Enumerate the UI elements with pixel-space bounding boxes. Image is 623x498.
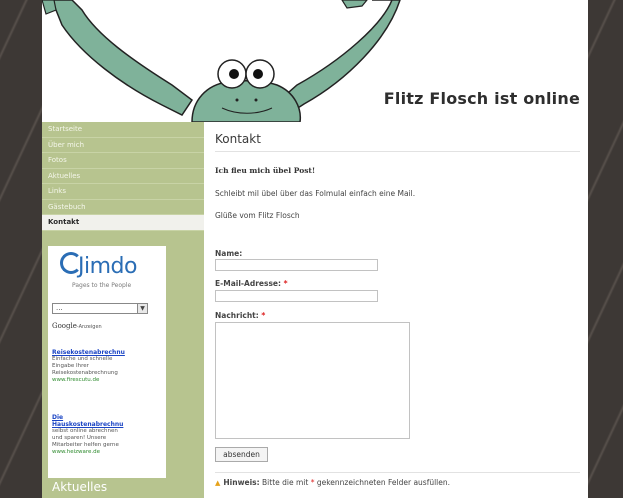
sidebar-item-startseite[interactable]: Startseite <box>42 122 204 138</box>
ad-line: und sparen! Unsere <box>52 435 107 441</box>
ad-title[interactable]: Reisekostenabrechnu <box>52 349 162 356</box>
ad-url[interactable]: www.firescutu.de <box>52 377 162 384</box>
required-marker: * <box>310 478 315 487</box>
widget-select[interactable]: ... ▼ <box>52 303 148 314</box>
divider <box>215 151 580 152</box>
warning-icon: ▲ <box>215 479 221 487</box>
email-label: E-Mail-Adresse: * <box>215 279 288 288</box>
sidebar-nav: Startseite Über mich Fotos Aktuelles Lin… <box>42 122 204 231</box>
widget-select-value: ... <box>56 304 63 312</box>
ad-item[interactable]: Die Hauskostenabrechnu selbst online abr… <box>52 414 162 456</box>
sidebar-item-gaestebuch[interactable]: Gästebuch <box>42 200 204 215</box>
divider <box>215 472 580 473</box>
ad-line: Mitarbeiter helfen gerne <box>52 442 119 448</box>
sidebar-item-aktuelles[interactable]: Aktuelles <box>42 169 204 184</box>
hint-label: Hinweis: <box>223 478 260 487</box>
submit-button[interactable]: absenden <box>215 447 268 462</box>
email-field[interactable] <box>215 290 378 302</box>
main-content: Kontakt Ich fleu mich übel Post! Schleib… <box>215 122 585 498</box>
background-left <box>0 0 42 498</box>
message-label: Nachricht: * <box>215 311 265 320</box>
email-label-text: E-Mail-Adresse: <box>215 279 281 288</box>
sidebar-item-kontakt[interactable]: Kontakt <box>42 215 204 231</box>
hint-text: Bitte die mit <box>262 478 309 487</box>
required-marker: * <box>261 311 266 320</box>
ad-line: Eingabe Ihrer <box>52 363 89 369</box>
content-heading: Ich fleu mich übel Post! <box>215 166 316 175</box>
google-brand: Google <box>52 322 77 330</box>
hint-text: gekennzeichneten Felder ausfüllen. <box>316 478 451 487</box>
page-title: Kontakt <box>215 132 261 146</box>
chevron-down-icon[interactable]: ▼ <box>137 304 147 313</box>
header: Flitz Flosch ist online <box>42 0 588 122</box>
sidebar-item-fotos[interactable]: Fotos <box>42 153 204 169</box>
message-textarea[interactable] <box>215 322 410 439</box>
content-paragraph: Glüße vom Flitz Flosch <box>215 211 300 220</box>
jimdo-tagline: Pages to the People <box>72 282 132 289</box>
content-paragraph: Schleibt mil übel über das Folmulal einf… <box>215 189 416 198</box>
ad-line: Einfache und schnelle <box>52 356 113 362</box>
ad-line: selbst online abrechnen <box>52 428 118 434</box>
ad-line: Reisekostenabrechnung <box>52 370 118 376</box>
sidebar-widget: Jimdo Pages to the People ... ▼ Google-A… <box>48 246 166 478</box>
jimdo-logo[interactable]: Jimdo Pages to the People <box>54 252 160 292</box>
ad-title[interactable]: Die <box>52 414 162 421</box>
ad-title[interactable]: Hauskostenabrechnu <box>52 421 162 428</box>
form-hint: ▲ Hinweis: Bitte die mit * gekennzeichnet… <box>215 478 450 487</box>
google-suffix: -Anzeigen <box>76 324 102 330</box>
page: Flitz Flosch ist online Startseite Über … <box>42 0 588 498</box>
ad-url[interactable]: www.heizware.de <box>52 449 162 456</box>
required-marker: * <box>283 279 288 288</box>
google-ads-label: Google-Anzeigen <box>52 322 102 330</box>
site-title: Flitz Flosch ist online <box>383 89 580 108</box>
sidebar-item-links[interactable]: Links <box>42 184 204 200</box>
sidebar: Startseite Über mich Fotos Aktuelles Lin… <box>42 122 204 498</box>
name-field[interactable] <box>215 259 378 271</box>
message-label-text: Nachricht: <box>215 311 259 320</box>
jimdo-logo-word: Jimdo <box>78 254 137 279</box>
sidebar-item-ueber-mich[interactable]: Über mich <box>42 138 204 153</box>
background-right <box>588 0 623 498</box>
ad-item[interactable]: Reisekostenabrechnu Einfache und schnell… <box>52 349 162 384</box>
sidebar-section-heading: Aktuelles <box>52 480 108 494</box>
name-label: Name: <box>215 249 243 258</box>
